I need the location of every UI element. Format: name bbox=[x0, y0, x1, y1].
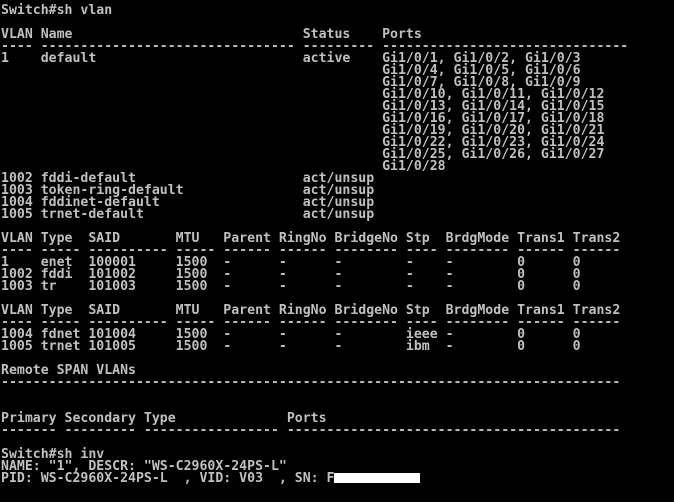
terminal-line: ------- --------- ----------------- ----… bbox=[1, 423, 621, 438]
terminal-line: 1005 trnet 101005 1500 - - - ibm - 0 0 bbox=[1, 339, 581, 354]
terminal-window[interactable]: Switch#sh vlan VLAN Name Status Ports ----… bbox=[0, 0, 674, 502]
terminal-line: PID: WS-C2960X-24PS-L , VID: V03 , SN: F bbox=[1, 472, 421, 485]
terminal-line: 1005 trnet-default act/unsup bbox=[1, 207, 375, 222]
terminal-line: ----------------------------------------… bbox=[1, 375, 621, 390]
terminal-line: Switch#sh vlan bbox=[1, 3, 113, 18]
redaction-block bbox=[334, 473, 421, 483]
terminal-line: 1003 tr 101003 1500 - - - - - 0 0 bbox=[1, 279, 581, 294]
